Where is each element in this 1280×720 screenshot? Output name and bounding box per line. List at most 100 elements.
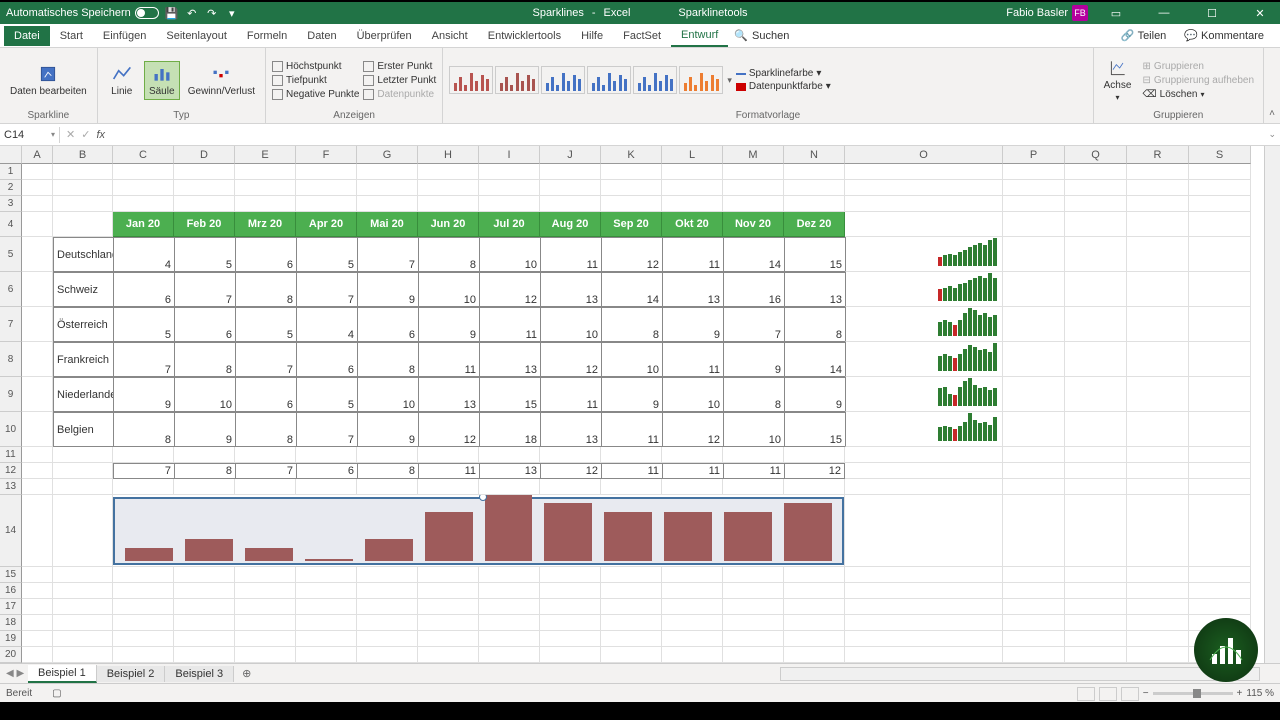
view-break-icon[interactable] [1121, 687, 1139, 701]
style-thumb[interactable] [587, 66, 631, 94]
zoom-level[interactable]: 115 % [1246, 688, 1274, 699]
tab-help[interactable]: Hilfe [571, 26, 613, 46]
autosave-toggle[interactable]: Automatisches Speichern [6, 7, 159, 19]
select-all-corner[interactable] [0, 146, 22, 164]
style-thumb[interactable] [633, 66, 677, 94]
undo-icon[interactable]: ↶ [185, 6, 199, 20]
country-label: Schweiz [53, 272, 113, 307]
expand-formula-icon[interactable]: ⌄ [1264, 129, 1280, 140]
chk-markers[interactable]: Datenpunkte [363, 88, 436, 101]
sparkline-color[interactable]: Sparklinefarbe▾ [736, 68, 831, 79]
sheet-tab-2[interactable]: Beispiel 2 [97, 666, 166, 682]
sheet-tabs: ◀ ▶ Beispiel 1 Beispiel 2 Beispiel 3 ⊕ [0, 663, 1280, 683]
search-box[interactable]: 🔍 Suchen [728, 27, 795, 44]
view-normal-icon[interactable] [1077, 687, 1095, 701]
sheet-tab-3[interactable]: Beispiel 3 [165, 666, 234, 682]
maximize-icon[interactable]: ☐ [1192, 2, 1232, 24]
month-header: Aug 20 [540, 212, 601, 237]
chk-last[interactable]: Letzter Punkt [363, 74, 436, 87]
style-thumb[interactable] [679, 66, 723, 94]
month-header: Nov 20 [723, 212, 784, 237]
view-layout-icon[interactable] [1099, 687, 1117, 701]
marker-color[interactable]: Datenpunktfarbe▾ [736, 81, 831, 92]
style-thumb[interactable] [541, 66, 585, 94]
axis-button[interactable]: Achse ▾ [1100, 56, 1136, 104]
sparkline-cell [845, 342, 1003, 377]
title-bar: Automatisches Speichern 💾 ↶ ↷ ▾ Sparklin… [0, 2, 1280, 24]
sparkline-cell [845, 237, 1003, 272]
sparkline-cell [845, 377, 1003, 412]
type-winloss-button[interactable]: Gewinn/Verlust [184, 62, 259, 99]
tab-file[interactable]: Datei [4, 26, 50, 46]
clear-button[interactable]: ⌫Löschen▾ [1140, 88, 1257, 101]
chk-low[interactable]: Tiefpunkt [272, 74, 359, 87]
style-gallery[interactable] [449, 66, 723, 94]
tools-context: Sparklinetools [678, 7, 747, 19]
ribbon: Daten bearbeiten Sparkline Linie Säule G… [0, 48, 1280, 124]
country-label: Niederlande [53, 377, 113, 412]
confirm-fx-icon: ✓ [81, 128, 90, 141]
sheet-nav-icon[interactable]: ◀ ▶ [6, 668, 24, 679]
vertical-scrollbar[interactable] [1264, 146, 1280, 663]
row-headers[interactable]: 1234567891011121314151617181920 [0, 164, 22, 663]
status-ready: Bereit [6, 688, 32, 699]
edit-data-button[interactable]: Daten bearbeiten [6, 62, 91, 99]
sparkline-cell [845, 412, 1003, 447]
tab-layout[interactable]: Seitenlayout [156, 26, 237, 46]
country-label: Frankreich [53, 342, 113, 377]
cancel-fx-icon: ✕ [66, 128, 75, 141]
column-headers[interactable]: ABCDEFGHIJKLMNOPQRS [22, 146, 1251, 164]
type-column-button[interactable]: Säule [144, 61, 180, 100]
avatar: FB [1072, 5, 1088, 21]
record-macro-icon[interactable]: ▢ [52, 688, 61, 699]
app-name: Excel [604, 7, 631, 19]
style-thumb[interactable] [495, 66, 539, 94]
country-label: Deutschland [53, 237, 113, 272]
horizontal-scrollbar[interactable] [780, 667, 1260, 681]
zoom-in-icon[interactable]: + [1237, 688, 1243, 699]
tab-data[interactable]: Daten [297, 26, 346, 46]
month-header: Okt 20 [662, 212, 723, 237]
save-icon[interactable]: 💾 [165, 6, 179, 20]
country-label: Österreich [53, 307, 113, 342]
ribbon-options-icon[interactable]: ▭ [1096, 2, 1136, 24]
collapse-ribbon-icon[interactable]: ˄ [1269, 108, 1275, 119]
fx-icon[interactable]: fx [96, 129, 105, 141]
tab-view[interactable]: Ansicht [422, 26, 478, 46]
zoom-out-icon[interactable]: − [1143, 688, 1149, 699]
chk-high[interactable]: Höchstpunkt [272, 60, 359, 73]
tab-factset[interactable]: FactSet [613, 26, 671, 46]
formula-input[interactable] [111, 133, 1264, 137]
close-icon[interactable]: ✕ [1240, 2, 1280, 24]
grid[interactable]: Jan 20Feb 20Mrz 20Apr 20Mai 20Jun 20Jul … [22, 164, 1251, 663]
redo-icon[interactable]: ↷ [205, 6, 219, 20]
type-line-button[interactable]: Linie [104, 62, 140, 99]
formula-bar: C14▾ ✕ ✓ fx ⌄ [0, 124, 1280, 146]
zoom-slider[interactable] [1153, 692, 1233, 695]
month-header: Sep 20 [601, 212, 662, 237]
user-badge[interactable]: Fabio Basler FB [1006, 5, 1088, 21]
tab-review[interactable]: Überprüfen [347, 26, 422, 46]
add-sheet-button[interactable]: ⊕ [234, 665, 259, 682]
chk-first[interactable]: Erster Punkt [363, 60, 436, 73]
name-box[interactable]: C14▾ [0, 127, 60, 143]
sheet-tab-1[interactable]: Beispiel 1 [28, 665, 97, 683]
month-header: Jun 20 [418, 212, 479, 237]
share-button[interactable]: 🔗 Teilen [1115, 27, 1172, 44]
tab-dev[interactable]: Entwicklertools [478, 26, 571, 46]
gallery-more-icon[interactable]: ▾ [727, 75, 732, 86]
style-thumb[interactable] [449, 66, 493, 94]
minimize-icon[interactable]: ― [1144, 2, 1184, 24]
tab-formulas[interactable]: Formeln [237, 26, 297, 46]
tab-start[interactable]: Start [50, 26, 93, 46]
tab-design[interactable]: Entwurf [671, 25, 728, 47]
tab-insert[interactable]: Einfügen [93, 26, 156, 46]
month-header: Feb 20 [174, 212, 235, 237]
comments-button[interactable]: 💬 Kommentare [1178, 27, 1270, 44]
chk-neg[interactable]: Negative Punkte [272, 88, 359, 101]
ungroup-button: ⊟Gruppierung aufheben [1140, 74, 1257, 87]
sparkline-cell [845, 272, 1003, 307]
qat-dropdown-icon[interactable]: ▾ [225, 6, 239, 20]
sparkline-cell [845, 307, 1003, 342]
country-label: Belgien [53, 412, 113, 447]
